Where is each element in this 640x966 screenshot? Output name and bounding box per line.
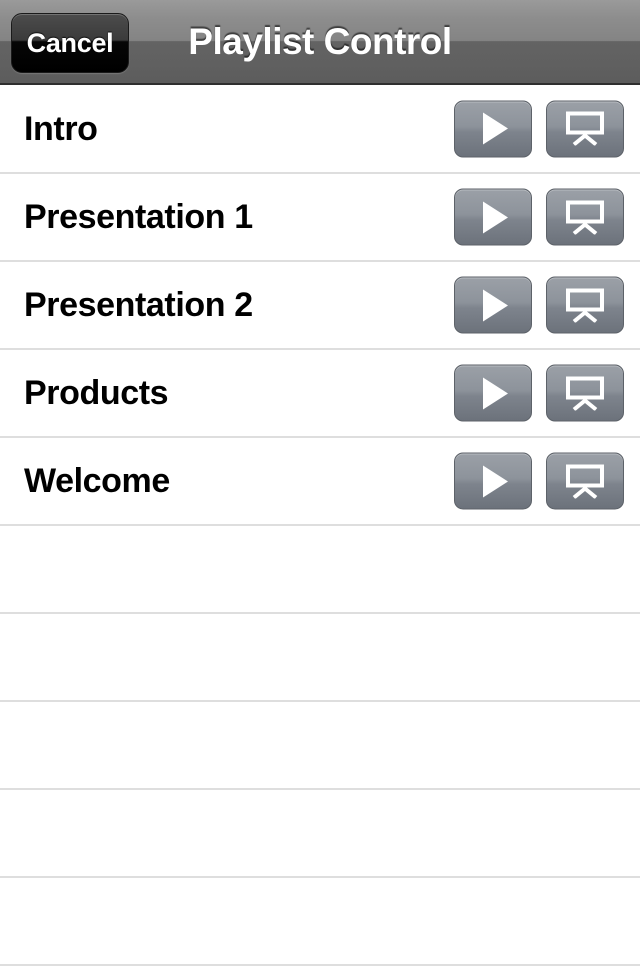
empty-table-row [0,614,640,702]
play-button[interactable] [454,364,532,422]
play-icon [482,465,508,497]
table-row[interactable]: Presentation 2 [0,262,640,350]
cancel-button[interactable]: Cancel [11,13,129,73]
empty-table-row [0,790,640,878]
play-icon [482,112,508,145]
table-row[interactable]: Products [0,350,640,438]
projector-icon [566,288,604,322]
present-button[interactable] [546,100,624,157]
empty-table-row [0,526,640,614]
present-button[interactable] [546,452,624,510]
play-button[interactable] [454,452,532,510]
projector-icon [566,376,604,410]
table-row[interactable]: Welcome [0,438,640,526]
empty-table-row [0,878,640,966]
present-button[interactable] [546,188,624,246]
play-button[interactable] [454,188,532,246]
play-button[interactable] [454,276,532,334]
row-title: Presentation 2 [24,286,253,324]
projector-icon [566,200,604,234]
present-button[interactable] [546,276,624,334]
projector-icon [566,464,604,498]
row-actions [454,188,624,246]
row-actions [454,364,624,422]
table-row[interactable]: Intro [0,85,640,174]
playlist-list: Intro Presentation 1 Presentation 2 Product… [0,85,640,966]
row-actions [454,276,624,334]
cancel-button-label: Cancel [26,27,114,58]
play-icon [482,201,508,233]
row-actions [454,452,624,510]
row-title: Presentation 1 [24,198,253,236]
row-actions [454,100,624,157]
present-button[interactable] [546,364,624,422]
table-row[interactable]: Presentation 1 [0,174,640,262]
row-title: Intro [24,109,98,148]
play-button[interactable] [454,100,532,157]
row-title: Welcome [24,462,170,500]
empty-table-row [0,702,640,790]
navigation-bar: Cancel Playlist Control [0,0,640,85]
projector-icon [566,111,604,146]
play-icon [482,289,508,321]
row-title: Products [24,374,169,412]
playlist-control-screen: Cancel Playlist Control Intro Presentatio… [0,0,640,966]
play-icon [482,377,508,409]
